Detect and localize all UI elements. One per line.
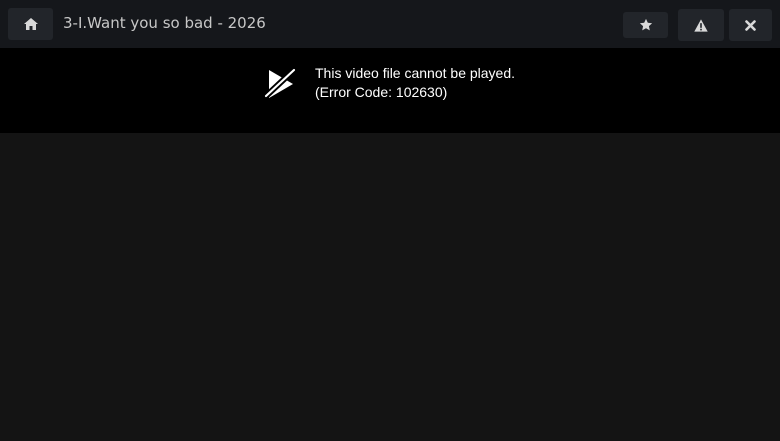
video-player[interactable]: This video file cannot be played. (Error… — [0, 48, 780, 133]
error-code: (Error Code: 102630) — [315, 84, 448, 100]
star-icon — [639, 18, 653, 32]
home-button[interactable] — [8, 8, 53, 40]
close-button[interactable] — [729, 9, 772, 41]
page-content-area — [0, 133, 780, 441]
warning-icon — [694, 18, 708, 32]
error-message: This video file cannot be played. — [315, 65, 516, 81]
error-message-block: This video file cannot be played. (Error… — [315, 64, 515, 102]
report-button[interactable] — [678, 9, 724, 41]
top-bar: 3-I.Want you so bad - 2026 — [0, 0, 780, 48]
video-unavailable-icon — [264, 67, 296, 99]
favorite-button[interactable] — [623, 12, 668, 38]
page-title: 3-I.Want you so bad - 2026 — [63, 14, 266, 32]
close-icon — [745, 19, 756, 31]
home-icon — [23, 18, 38, 30]
